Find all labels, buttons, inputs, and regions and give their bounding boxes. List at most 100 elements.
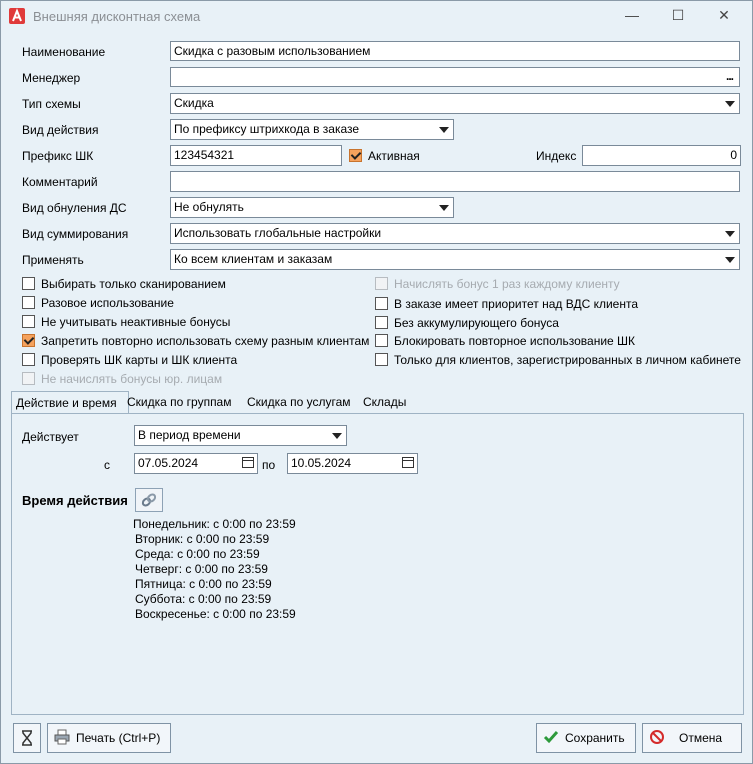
schedule-line: Суббота: с 0:00 по 23:59 [135,592,272,606]
from-date-value: 07.05.2024 [138,456,199,470]
ignore-inactive-checkbox[interactable]: Не учитывать неактивные бонусы [22,315,230,329]
name-label: Наименование [22,45,106,59]
calendar-icon[interactable] [242,457,254,468]
from-date-input[interactable]: 07.05.2024 [134,453,258,474]
sum-type-select[interactable]: Использовать глобальные настройки [170,223,740,244]
name-input[interactable]: Скидка с разовым использованием [170,41,740,61]
checkmark-icon [543,731,559,744]
link-icon [141,493,157,507]
chevron-down-icon [725,101,735,107]
schedule-line: Пятница: с 0:00 по 23:59 [135,577,272,591]
maximize-icon: ☐ [671,7,685,23]
checkbox-icon [375,353,388,366]
scheme-type-label: Тип схемы [22,97,81,111]
tab-warehouses[interactable]: Склады [359,391,410,413]
action-type-label: Вид действия [22,123,99,137]
sum-type-label: Вид суммирования [22,227,129,241]
maximize-button[interactable]: ☐ [655,1,701,29]
schedule-line: Воскресенье: с 0:00 по 23:59 [135,607,296,621]
checkbox-checked-icon [22,334,35,347]
checkbox-label: Начислять бонус 1 раз каждому клиенту [394,277,620,291]
checkbox-icon [375,334,388,347]
apply-label: Применять [22,253,84,267]
cancel-icon [650,730,664,744]
active-checkbox[interactable]: Активная [349,149,420,163]
scan-only-checkbox[interactable]: Выбирать только сканированием [22,277,226,291]
action-type-value: По префиксу штрихкода в заказе [174,122,360,136]
title-bar: Внешняя дисконтная схема — ☐ ✕ [1,1,752,31]
save-label: Сохранить [565,731,625,745]
checkbox-icon [22,296,35,309]
schedule-line: Вторник: с 0:00 по 23:59 [135,532,270,546]
window-title: Внешняя дисконтная схема [33,9,201,24]
time-heading: Время действия [22,493,128,508]
tab-service-discount[interactable]: Скидка по услугам [243,391,355,413]
acts-label: Действует [22,430,79,444]
apply-value: Ко всем клиентам и заказам [174,252,333,266]
apply-select[interactable]: Ко всем клиентам и заказам [170,249,740,270]
from-label: с [104,458,110,472]
single-use-checkbox[interactable]: Разовое использование [22,296,174,310]
close-icon: ✕ [718,7,730,23]
close-button[interactable]: ✕ [701,1,747,29]
manager-browse-button[interactable]: ... [726,69,734,83]
schedule-line: Среда: с 0:00 по 23:59 [135,547,260,561]
forbid-reuse-checkbox[interactable]: Запретить повторно использовать схему ра… [22,334,369,348]
comment-input[interactable] [170,171,740,192]
hourglass-button[interactable] [13,723,41,753]
reset-type-select[interactable]: Не обнулять [170,197,454,218]
acts-value: В период времени [138,428,241,442]
checkbox-icon [375,297,388,310]
chevron-down-icon [439,127,449,133]
order-priority-checkbox[interactable]: В заказе имеет приоритет над ВДС клиента [375,297,638,311]
checkbox-icon [22,353,35,366]
to-date-input[interactable]: 10.05.2024 [287,453,418,474]
action-type-select[interactable]: По префиксу штрихкода в заказе [170,119,454,140]
calendar-icon[interactable] [402,457,414,468]
checkbox-label: В заказе имеет приоритет над ВДС клиента [394,297,638,311]
acts-select[interactable]: В период времени [134,425,347,446]
scheme-type-select[interactable]: Скидка [170,93,740,114]
chevron-down-icon [332,433,342,439]
minimize-icon: — [625,7,639,23]
checkbox-checked-icon [349,149,362,162]
no-accumulating-checkbox[interactable]: Без аккумулирующего бонуса [375,316,559,330]
prefix-input[interactable]: 123454321 [170,145,342,166]
no-bonus-legal-checkbox[interactable]: Не начислять бонусы юр. лицам [22,372,222,386]
manager-label: Менеджер [22,71,81,85]
minimize-button[interactable]: — [609,1,655,29]
bonus-once-checkbox[interactable]: Начислять бонус 1 раз каждому клиенту [375,277,620,291]
to-date-value: 10.05.2024 [291,456,352,470]
to-label: по [262,458,276,472]
index-input[interactable]: 0 [582,145,741,166]
check-card-barcode-checkbox[interactable]: Проверять ШК карты и ШК клиента [22,353,237,367]
block-barcode-reuse-checkbox[interactable]: Блокировать повторное использование ШК [375,334,635,348]
checkbox-label: Только для клиентов, зарегистрированных … [394,353,741,367]
checkbox-icon [375,316,388,329]
scheme-type-value: Скидка [174,96,214,110]
checkbox-label: Без аккумулирующего бонуса [394,316,559,330]
cancel-label: Отмена [679,731,723,745]
prefix-label: Префикс ШК [22,149,94,163]
registered-only-checkbox[interactable]: Только для клиентов, зарегистрированных … [375,353,741,367]
sum-type-value: Использовать глобальные настройки [174,226,382,240]
checkbox-label: Выбирать только сканированием [41,277,226,291]
tab-group-discount[interactable]: Скидка по группам [123,391,235,413]
dialog-window: Внешняя дисконтная схема — ☐ ✕ Наименова… [0,0,753,764]
tab-action-time[interactable]: Действие и время [11,391,129,415]
print-button[interactable]: Печать (Ctrl+P) [47,723,171,753]
checkbox-icon [375,277,388,290]
cancel-button[interactable]: Отмена [642,723,742,753]
manager-input[interactable]: ... [170,67,740,87]
edit-schedule-button[interactable] [135,488,163,512]
active-label: Активная [368,149,420,163]
reset-type-label: Вид обнуления ДС [22,201,127,215]
checkbox-icon [22,372,35,385]
save-button[interactable]: Сохранить [536,723,636,753]
hourglass-icon [22,730,32,746]
checkbox-label: Запретить повторно использовать схему ра… [41,334,370,348]
checkbox-label: Разовое использование [41,296,174,310]
reset-type-value: Не обнулять [174,200,244,214]
printer-icon [54,729,70,745]
checkbox-label: Проверять ШК карты и ШК клиента [41,353,238,367]
